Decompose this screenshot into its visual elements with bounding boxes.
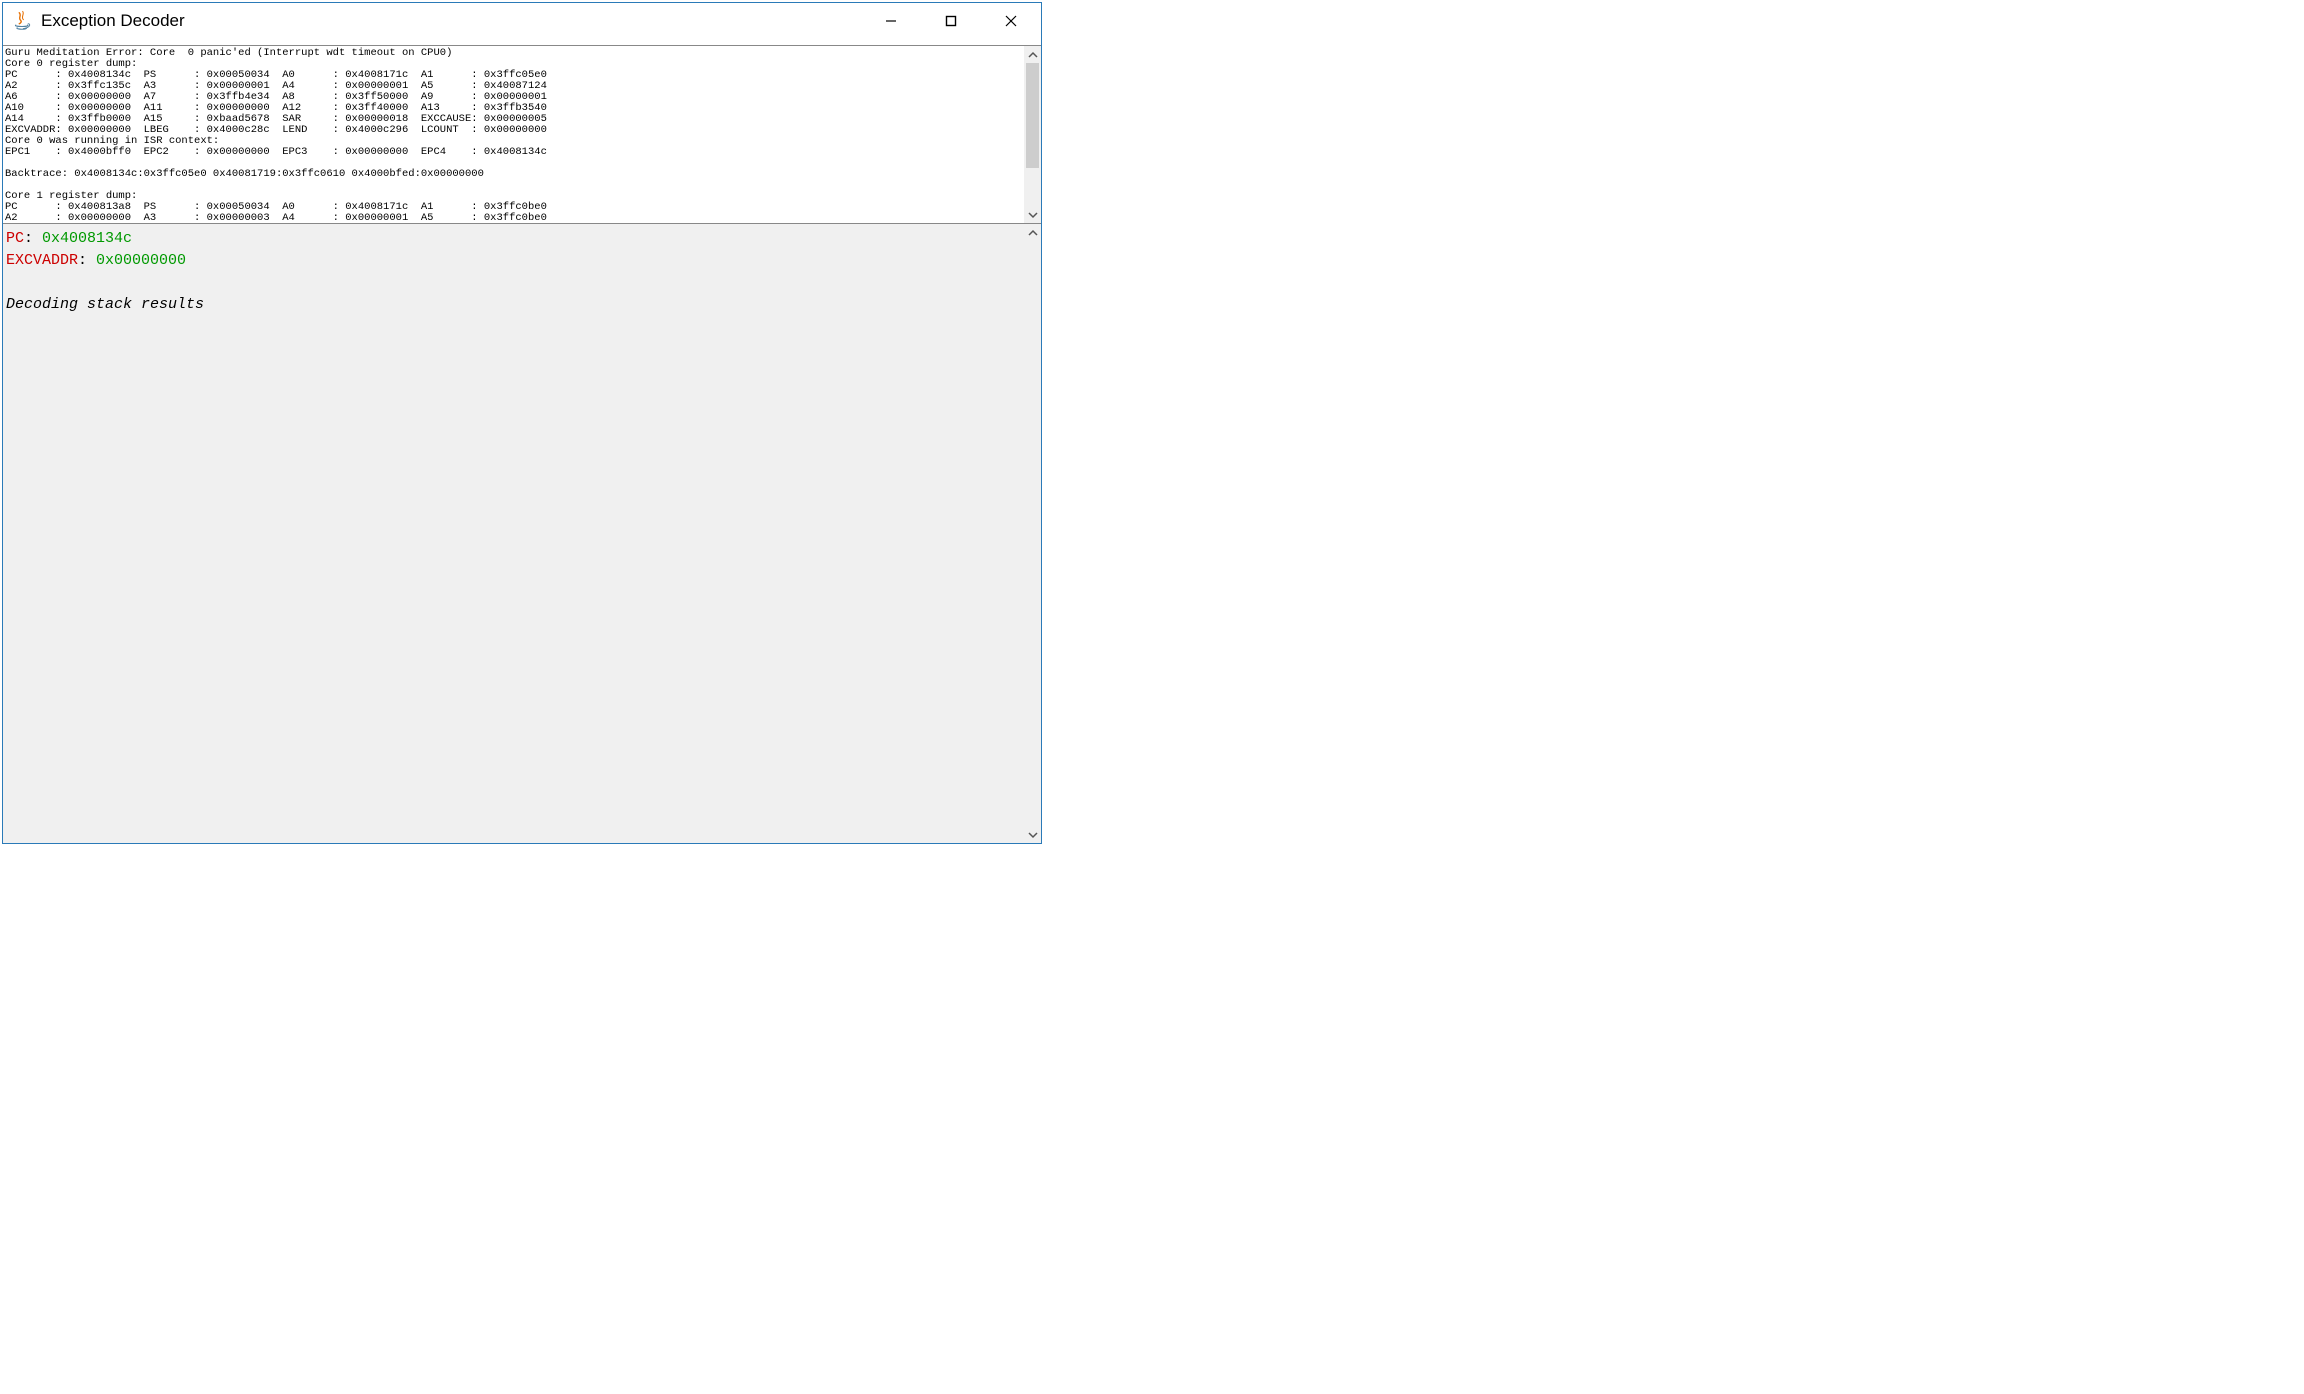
scroll-thumb[interactable]: [1026, 63, 1039, 168]
window-title: Exception Decoder: [41, 11, 185, 31]
content-area: Guru Meditation Error: Core 0 panic'ed (…: [3, 45, 1041, 843]
close-icon: [1005, 15, 1017, 27]
maximize-button[interactable]: [921, 3, 981, 39]
scroll-track[interactable]: [1024, 241, 1041, 826]
chevron-up-icon: [1028, 228, 1038, 238]
chevron-down-icon: [1028, 210, 1038, 220]
decoding-status: Decoding stack results: [6, 296, 204, 313]
pc-value: 0x4008134c: [42, 230, 132, 247]
bottom-scrollbar[interactable]: [1024, 224, 1041, 843]
register-dump-text[interactable]: Guru Meditation Error: Core 0 panic'ed (…: [3, 46, 1024, 223]
minimize-button[interactable]: [861, 3, 921, 39]
chevron-up-icon: [1028, 50, 1038, 60]
pc-label: PC: [6, 230, 24, 247]
maximize-icon: [945, 15, 957, 27]
chevron-down-icon: [1028, 830, 1038, 840]
pc-colon: :: [24, 230, 42, 247]
excvaddr-label: EXCVADDR: [6, 252, 78, 269]
scroll-down-button[interactable]: [1024, 826, 1041, 843]
decoded-results-text[interactable]: PC: 0x4008134c EXCVADDR: 0x00000000 Deco…: [3, 224, 1024, 843]
top-scrollbar[interactable]: [1024, 46, 1041, 223]
decoded-results-pane: PC: 0x4008134c EXCVADDR: 0x00000000 Deco…: [3, 224, 1041, 843]
titlebar: Exception Decoder: [3, 3, 1041, 39]
minimize-icon: [885, 15, 897, 27]
scroll-up-button[interactable]: [1024, 224, 1041, 241]
titlebar-left: Exception Decoder: [11, 10, 185, 32]
excvaddr-value: 0x00000000: [96, 252, 186, 269]
exception-decoder-window: Exception Decoder Guru Meditation Error:…: [2, 2, 1042, 844]
window-controls: [861, 3, 1041, 39]
scroll-down-button[interactable]: [1024, 206, 1041, 223]
register-dump-pane: Guru Meditation Error: Core 0 panic'ed (…: [3, 46, 1041, 224]
excvaddr-colon: :: [78, 252, 96, 269]
scroll-up-button[interactable]: [1024, 46, 1041, 63]
scroll-track[interactable]: [1024, 63, 1041, 206]
java-icon: [11, 10, 33, 32]
close-button[interactable]: [981, 3, 1041, 39]
